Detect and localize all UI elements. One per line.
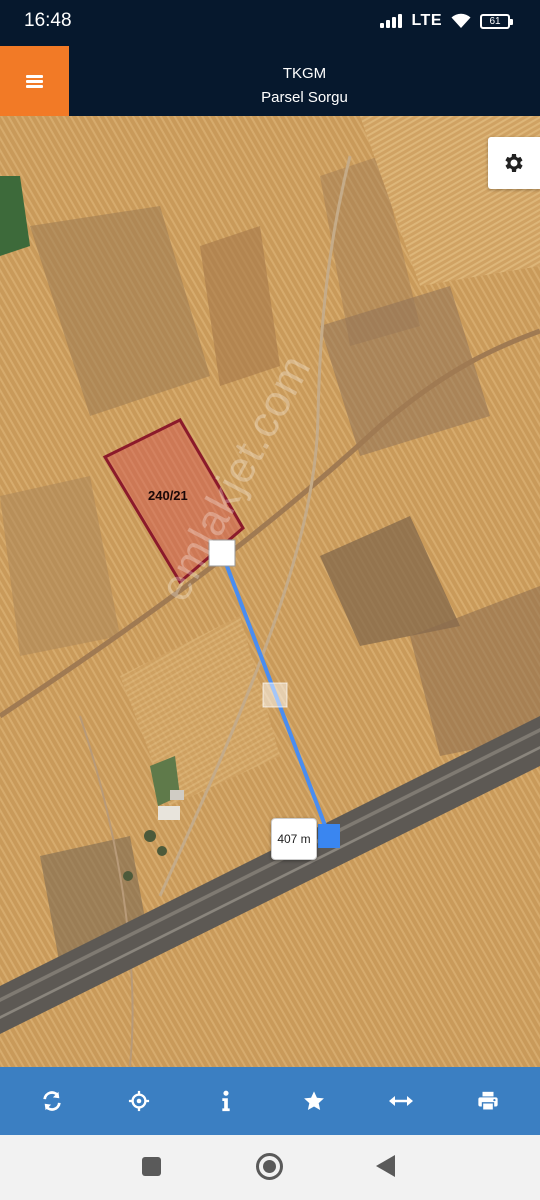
status-bar: 16:48 LTE 61	[0, 0, 540, 46]
status-icons: LTE 61	[380, 12, 513, 30]
menu-button[interactable]	[0, 46, 69, 116]
print-button[interactable]	[458, 1071, 518, 1131]
measure-button[interactable]	[371, 1071, 431, 1131]
recents-icon[interactable]	[142, 1157, 161, 1176]
satellite-map[interactable]: emlakjet.com 240/21 407 m	[0, 116, 540, 1067]
distance-label: 407 m	[271, 818, 317, 860]
signal-icon	[380, 14, 403, 28]
home-icon[interactable]	[256, 1153, 283, 1180]
measure-icon	[388, 1096, 413, 1106]
gear-icon	[505, 154, 523, 172]
map-imagery	[0, 116, 540, 1067]
wifi-icon	[451, 13, 471, 28]
map-toolbar	[0, 1067, 540, 1135]
info-button[interactable]	[196, 1071, 256, 1131]
app-title: TKGM	[282, 65, 327, 82]
parcel-label[interactable]: 240/21	[148, 488, 188, 503]
network-type: LTE	[411, 12, 442, 29]
app-subtitle: Parsel Sorgu	[261, 89, 348, 106]
system-nav-bar	[0, 1135, 540, 1200]
settings-button[interactable]	[488, 137, 540, 189]
favorite-button[interactable]	[284, 1071, 344, 1131]
refresh-button[interactable]	[22, 1071, 82, 1131]
locate-icon	[128, 1090, 150, 1112]
locate-button[interactable]	[109, 1071, 169, 1131]
star-icon	[303, 1091, 324, 1110]
hamburger-icon	[26, 74, 43, 88]
status-time: 16:48	[24, 10, 72, 31]
back-icon[interactable]	[376, 1155, 395, 1177]
refresh-icon	[42, 1091, 61, 1111]
info-icon	[222, 1090, 230, 1112]
battery-icon: 61	[480, 13, 513, 29]
app-header: TKGM Parsel Sorgu	[0, 46, 540, 116]
print-icon	[478, 1091, 498, 1111]
